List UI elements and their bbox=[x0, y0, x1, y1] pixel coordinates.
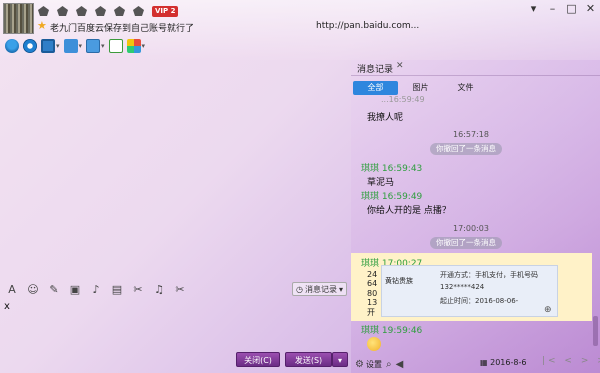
history-label: 消息记录 bbox=[304, 284, 337, 294]
message-fragment: 13 bbox=[367, 298, 378, 307]
voice-call-button[interactable] bbox=[5, 37, 19, 55]
speaker-icon[interactable]: ◀ bbox=[396, 359, 404, 370]
minimize-icon[interactable]: – bbox=[543, 0, 562, 18]
message-sender: 琪琪 16:59:49 bbox=[361, 192, 423, 202]
badge-icon[interactable] bbox=[38, 6, 49, 16]
message-sender: 琪琪 16:59:43 bbox=[361, 164, 423, 174]
message-input[interactable] bbox=[0, 298, 350, 348]
close-icon[interactable]: ✕ bbox=[581, 0, 600, 18]
monitor-icon bbox=[41, 39, 55, 53]
screen-share-button[interactable]: ▾ bbox=[41, 37, 60, 55]
card-line: 起止时间：2016-08-06- bbox=[440, 297, 519, 305]
calendar-icon: ▦ bbox=[480, 358, 491, 367]
apps-button[interactable]: ▾ bbox=[126, 37, 146, 55]
maximize-icon[interactable]: □ bbox=[562, 0, 581, 18]
chevron-down-icon[interactable]: ▾ bbox=[101, 42, 105, 50]
partial-timestamp: ...16:59:49 bbox=[381, 95, 425, 104]
badge-icon[interactable] bbox=[76, 6, 87, 16]
card-line: 开通方式：手机支付，手机号码 bbox=[440, 271, 538, 279]
tab-message-history[interactable]: 消息记录 bbox=[357, 62, 393, 75]
signature-url[interactable]: http://pan.baidu.com... bbox=[316, 21, 419, 31]
clock-icon: ◷ bbox=[296, 284, 303, 294]
window-controls: ▾ – □ ✕ bbox=[524, 0, 600, 18]
chevron-down-icon: ▾ bbox=[338, 284, 343, 294]
badge-icon[interactable] bbox=[133, 6, 144, 16]
folder-icon bbox=[63, 39, 78, 53]
card-line: 132*****424 bbox=[440, 283, 485, 291]
screenshot-icon[interactable]: ▣ bbox=[66, 281, 84, 297]
menu-dropdown-icon[interactable]: ▾ bbox=[524, 0, 543, 18]
gear-icon[interactable]: ⚙ bbox=[355, 359, 364, 370]
badge-icon[interactable] bbox=[114, 6, 125, 16]
font-icon[interactable]: A bbox=[3, 281, 21, 297]
history-button[interactable]: ◷ 消息记录 ▾ bbox=[292, 282, 347, 296]
search-icon[interactable]: ⌕ bbox=[386, 359, 392, 370]
video-call-button[interactable] bbox=[23, 37, 37, 55]
add-group-icon bbox=[108, 39, 123, 53]
filter-images[interactable]: 图片 bbox=[398, 81, 443, 95]
filter-files[interactable]: 文件 bbox=[443, 81, 488, 95]
message-sender: 琪琪 19:59:46 bbox=[361, 326, 423, 336]
camera-icon bbox=[23, 39, 37, 53]
chat-message-area[interactable] bbox=[0, 60, 350, 278]
tab-close-icon[interactable]: ✕ bbox=[396, 61, 404, 71]
music-icon[interactable]: ♫ bbox=[150, 281, 168, 297]
history-scrollbar[interactable] bbox=[592, 96, 599, 350]
date-label: 2016-8-6 bbox=[490, 358, 527, 367]
chevron-down-icon[interactable]: ▾ bbox=[79, 42, 83, 50]
card-title: 黄钻贵族 bbox=[385, 277, 413, 285]
send-options-button[interactable]: ▾ bbox=[332, 352, 348, 367]
message-body: 我撩人呢 bbox=[367, 113, 404, 123]
settings-label[interactable]: 设置 bbox=[366, 359, 382, 370]
message-time: 16:57:18 bbox=[453, 130, 489, 139]
history-pagination[interactable]: |< < > >| bbox=[542, 356, 600, 366]
history-filter: 全部 图片 文件 bbox=[353, 81, 488, 95]
contact-signature: 老九门百度云保存到自己账号就行了 bbox=[50, 24, 195, 34]
chevron-down-icon[interactable]: ▾ bbox=[56, 42, 60, 50]
zoom-icon[interactable]: ⊕ bbox=[544, 305, 552, 315]
send-file-button[interactable]: ▾ bbox=[63, 37, 83, 55]
contact-avatar[interactable] bbox=[3, 3, 34, 34]
recall-notice: 你撤回了一条消息 bbox=[430, 143, 502, 155]
scrollbar-thumb[interactable] bbox=[593, 316, 598, 346]
chevron-down-icon: ▾ bbox=[337, 356, 342, 365]
remote-desktop-icon bbox=[86, 39, 101, 53]
history-date[interactable]: ▦ 2016-8-6 bbox=[480, 358, 526, 367]
close-button[interactable]: 关闭(C) bbox=[236, 352, 280, 367]
vip-badge[interactable]: VIP 2 bbox=[152, 6, 179, 17]
remote-assist-button[interactable]: ▾ bbox=[86, 37, 105, 55]
magic-wand-icon[interactable]: ✎ bbox=[45, 281, 63, 297]
message-input-text[interactable]: x bbox=[4, 301, 10, 312]
star-icon: ★ bbox=[37, 19, 47, 32]
recall-notice: 你撤回了一条消息 bbox=[430, 237, 502, 249]
emoji-icon bbox=[367, 337, 381, 351]
chat-toolbar: ▾ ▾ ▾ ▾ bbox=[5, 36, 145, 56]
filter-all[interactable]: 全部 bbox=[353, 81, 398, 95]
message-fragment: 80 bbox=[367, 289, 378, 298]
emoji-icon[interactable]: ☺ bbox=[24, 281, 42, 297]
badge-icon[interactable] bbox=[57, 6, 68, 16]
apps-grid-icon bbox=[126, 39, 141, 53]
chevron-down-icon[interactable]: ▾ bbox=[142, 42, 146, 50]
message-time: 17:00:03 bbox=[453, 224, 489, 233]
message-fragment: 64 bbox=[367, 279, 378, 288]
message-fragment: 24 bbox=[367, 270, 378, 279]
create-group-button[interactable] bbox=[108, 37, 123, 55]
image-icon[interactable]: ▤ bbox=[108, 281, 126, 297]
message-fragment: 开 bbox=[367, 308, 375, 317]
message-body: 你给人开的是 点播？ bbox=[367, 206, 451, 216]
more-icon[interactable]: ✂ bbox=[171, 281, 189, 297]
message-body: 草泥马 bbox=[367, 178, 395, 188]
scissors-icon[interactable]: ✂ bbox=[129, 281, 147, 297]
send-button[interactable]: 发送(S) bbox=[285, 352, 332, 367]
badge-icon[interactable] bbox=[95, 6, 106, 16]
voice-message-icon[interactable]: ♪ bbox=[87, 281, 105, 297]
microphone-icon bbox=[5, 39, 19, 53]
